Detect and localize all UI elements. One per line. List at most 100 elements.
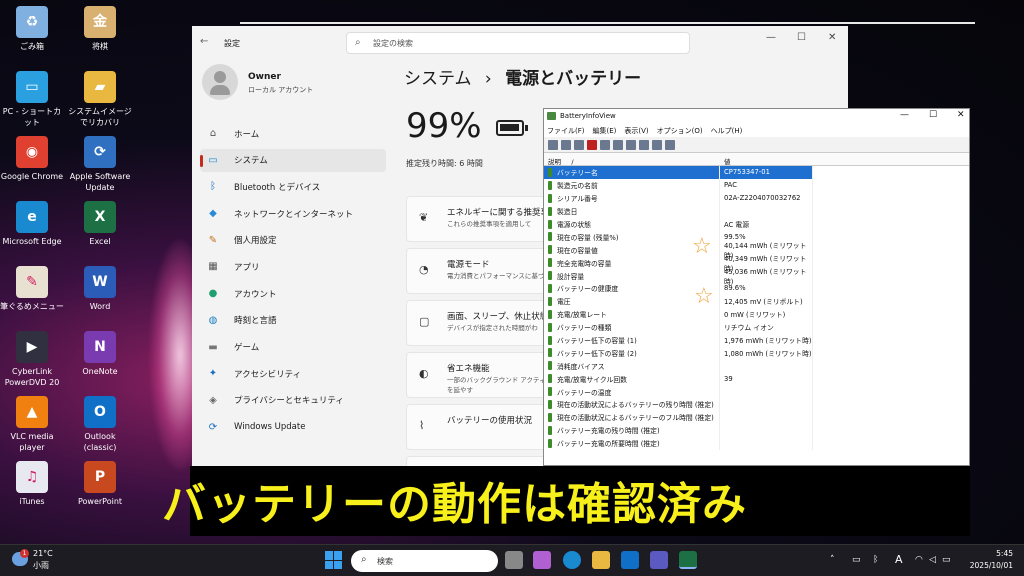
nav-item[interactable]: ▭ システム	[200, 148, 386, 172]
table-row[interactable]: 製造元の名前 PAC	[544, 178, 969, 192]
col-value[interactable]: 値	[720, 153, 813, 166]
maximize-icon[interactable]: ☐	[929, 110, 937, 120]
table-row[interactable]: 現在の活動状況によるバッテリーの残り時間 (推定)	[544, 398, 969, 411]
desktop-icon[interactable]: ▶ CyberLink PowerDVD 20	[0, 331, 64, 388]
desktop-icon[interactable]: ▰ システムイメージでリカバリ	[68, 71, 132, 128]
nav-item[interactable]: ⌂ ホーム	[200, 122, 386, 145]
desktop-icon[interactable]: ✎ 筆ぐるめメニュー	[0, 266, 64, 312]
desktop-icon[interactable]: W Word	[68, 266, 132, 312]
delete-icon[interactable]	[587, 140, 597, 150]
desktop-icon[interactable]: ♫ iTunes	[0, 461, 64, 507]
biv-menu-item[interactable]: 編集(E)	[593, 126, 617, 137]
copy-icon[interactable]	[613, 140, 623, 150]
table-row[interactable]: バッテリー充電の所要時間 (推定)	[544, 436, 969, 450]
ime-indicator[interactable]: A	[895, 553, 903, 566]
desktop-icon[interactable]: ▭ PC - ショートカット	[0, 71, 64, 128]
battery-row-icon	[548, 167, 552, 177]
settings-search-input[interactable]: ⌕ 設定の検索	[346, 32, 690, 54]
table-row[interactable]: バッテリー名 CP753347-01	[544, 166, 969, 179]
weather-desc[interactable]: 小雨	[33, 560, 49, 571]
desktop-icon[interactable]: ▲ VLC media player	[0, 396, 64, 453]
close-icon[interactable]: ✕	[828, 32, 836, 43]
teams-icon[interactable]	[650, 551, 668, 569]
clock-date[interactable]: 2025/10/01	[963, 561, 1013, 570]
chevron-up-icon[interactable]: ˄	[830, 555, 835, 565]
open-icon[interactable]	[574, 140, 584, 150]
desktop-icon[interactable]: N OneNote	[68, 331, 132, 377]
nav-item[interactable]: ◍ 時刻と言語	[200, 309, 386, 332]
table-row[interactable]: 現在の活動状況によるバッテリーのフル時間 (推定)	[544, 410, 969, 424]
copilot-icon[interactable]	[533, 551, 551, 569]
back-arrow-icon[interactable]: ←	[200, 36, 208, 47]
settings-card[interactable]: ☰カバー、電源とスリープ 個のデバイスの物理コントロールを操	[406, 456, 552, 466]
nav-item[interactable]: ⟳ Windows Update	[200, 416, 386, 439]
col-description[interactable]: 説明 /	[544, 153, 720, 166]
bluetooth-icon[interactable]: ᛒ	[873, 555, 878, 565]
settings-card[interactable]: ◔ 電源モード 電力消費とパフォーマンスに基づ	[406, 248, 552, 294]
table-row[interactable]: 消耗度バイアス	[544, 359, 969, 373]
biv-menu-item[interactable]: ヘルプ(H)	[711, 126, 743, 137]
desktop-icon[interactable]: P PowerPoint	[68, 461, 132, 507]
desktop-icon[interactable]: 金将棋	[68, 6, 132, 52]
nav-item[interactable]: ✦ アクセシビリティ	[200, 362, 386, 385]
desktop-icon[interactable]: O Outlook (classic)	[68, 396, 132, 453]
file-explorer-icon[interactable]	[592, 551, 610, 569]
find-icon[interactable]	[652, 140, 662, 150]
battery-icon[interactable]: ▭	[942, 555, 951, 565]
maximize-icon[interactable]: ☐	[797, 32, 806, 43]
settings-card[interactable]: ⌇ バッテリーの使用状況	[406, 404, 552, 450]
table-row[interactable]: 電源の状態 AC 電源	[544, 217, 969, 231]
minimize-icon[interactable]: —	[766, 32, 776, 43]
nav-item[interactable]: ◆ ネットワークとインターネット	[200, 202, 386, 225]
outlook-icon[interactable]	[621, 551, 639, 569]
table-row[interactable]: バッテリーの温度	[544, 385, 969, 399]
biv-menu-item[interactable]: オプション(O)	[657, 126, 703, 137]
log-icon[interactable]	[561, 140, 571, 150]
clock-time[interactable]: 5:45	[967, 549, 1013, 558]
breadcrumb-parent[interactable]: システム	[404, 69, 472, 89]
save-icon[interactable]	[600, 140, 610, 150]
settings-card[interactable]: ▢ 画面、スリープ、休止状態 デバイスが指定された時間がわ	[406, 300, 552, 346]
desktop-icon[interactable]: X Excel	[68, 201, 132, 247]
biv-menu-item[interactable]: 表示(V)	[624, 126, 648, 137]
biv-menu-item[interactable]: ファイル(F)	[547, 126, 585, 137]
start-button[interactable]	[325, 551, 343, 569]
edge-icon[interactable]	[563, 551, 581, 569]
volume-icon[interactable]: ◁	[929, 555, 936, 565]
nav-item[interactable]: ▦ アプリ	[200, 255, 386, 278]
table-row[interactable]: 充電/放電サイクル回数 39	[544, 372, 969, 386]
wifi-icon[interactable]: ◠	[915, 555, 923, 565]
table-row[interactable]: 電圧 12,405 mV (ミリボルト)	[544, 294, 969, 308]
taskbar-search-input[interactable]: ⌕ 検索	[351, 550, 498, 572]
task-view-icon[interactable]	[505, 551, 523, 569]
table-row[interactable]: シリアル番号 02A-Z2204070032762	[544, 191, 969, 205]
nav-item[interactable]: ✎ 個人用設定	[200, 229, 386, 252]
desktop-icon[interactable]: ◉ Google Chrome	[0, 136, 64, 182]
settings-card[interactable]: ❦ エネルギーに関する推奨事項 これらの推奨事項を適用して	[406, 196, 558, 242]
nav-item[interactable]: ▬ ゲーム	[200, 336, 386, 359]
exit-icon[interactable]	[665, 140, 675, 150]
minimize-icon[interactable]: —	[900, 110, 909, 120]
table-row[interactable]: バッテリー低下の容量 (1) 1,976 mWh (ミリワット時)	[544, 333, 969, 347]
table-row[interactable]: バッテリー低下の容量 (2) 1,080 mWh (ミリワット時)	[544, 346, 969, 360]
nav-item[interactable]: ● アカウント	[200, 282, 386, 305]
table-row[interactable]: バッテリー充電の残り時間 (推定)	[544, 423, 969, 437]
desktop-icon[interactable]: ♻ ごみ箱	[0, 6, 64, 52]
refresh-icon[interactable]	[639, 140, 649, 150]
app-tray-icon[interactable]: ▭	[852, 555, 861, 565]
nav-item[interactable]: ◈ プライバシーとセキュリティ	[200, 389, 386, 412]
desktop-icon[interactable]: ⟳ Apple Software Update	[68, 136, 132, 193]
close-icon[interactable]: ✕	[957, 110, 965, 120]
weather-temp[interactable]: 21°C	[33, 549, 53, 558]
excel-icon[interactable]	[679, 551, 697, 569]
nav-item[interactable]: ᛒ Bluetooth とデバイス	[200, 175, 386, 198]
html-report-icon[interactable]	[626, 140, 636, 150]
table-row[interactable]: 設計容量 45,036 mWh (ミリワット時)	[544, 268, 969, 286]
table-row[interactable]: 充電/放電レート 0 mW (ミリワット)	[544, 307, 969, 321]
properties-icon[interactable]	[548, 140, 558, 150]
desktop-icon[interactable]: e Microsoft Edge	[0, 201, 64, 247]
table-row[interactable]: バッテリーの健康度 89.6%	[544, 282, 969, 295]
table-row[interactable]: 製造日	[544, 204, 969, 218]
settings-card[interactable]: ◐ 省エネ機能 一部のバックグラウンド アクティビ を延やす	[406, 352, 552, 398]
table-row[interactable]: バッテリーの種類 リチウム イオン	[544, 320, 969, 334]
